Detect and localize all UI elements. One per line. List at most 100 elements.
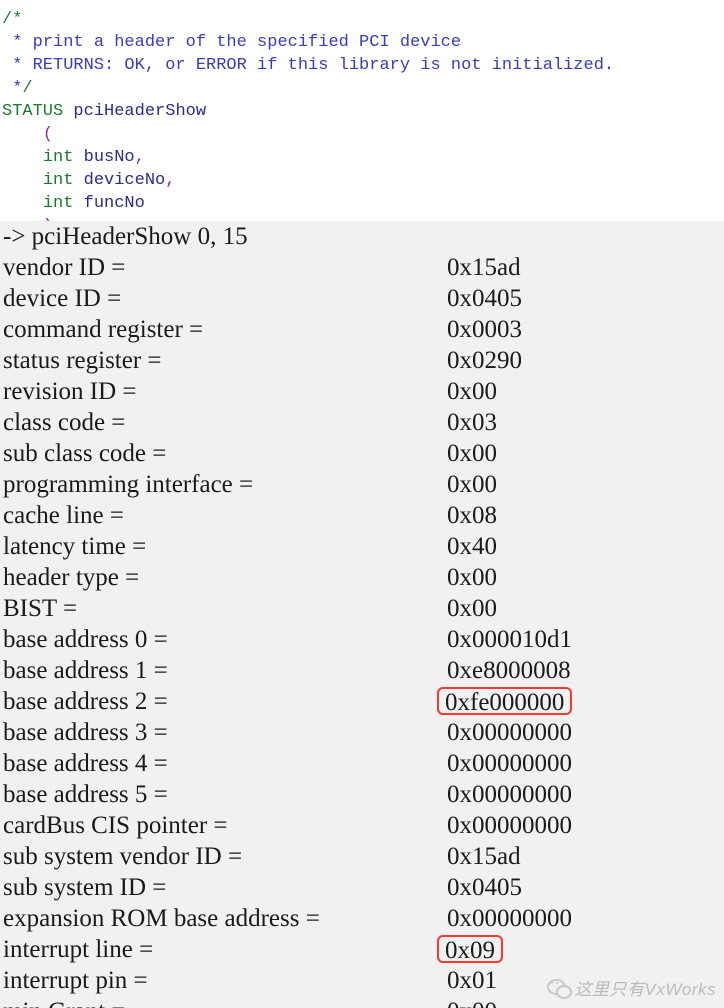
code-token-punc: , (134, 148, 145, 167)
code-token-cmark: /* (2, 10, 23, 29)
pci-field-label: base address 3 = (3, 719, 168, 746)
pci-header-field-list: vendor ID = 0x15ad device ID = 0x0405 comman… (0, 252, 724, 1008)
pci-field-label: class code = (3, 409, 126, 436)
pci-field-value: 0x00 (447, 564, 497, 591)
code-token-type: int (42, 194, 74, 213)
pci-field-row: base address 4 = 0x00000000 (0, 748, 724, 779)
pci-field-row: command register = 0x0003 (0, 314, 724, 345)
pci-field-value: 0x01 (447, 967, 497, 994)
pci-field-label: programming interface = (3, 471, 254, 498)
pci-field-value-highlighted: 0x09 (437, 935, 503, 964)
pci-field-label: interrupt pin = (3, 967, 148, 994)
pci-field-value: 0x00000000 (447, 905, 572, 932)
pci-field-value: 0x00000000 (447, 812, 572, 839)
code-token-type: STATUS (2, 102, 64, 121)
code-token-punc: , (165, 171, 176, 190)
pci-field-value: 0x08 (447, 502, 497, 529)
pci-field-row: class code = 0x03 (0, 407, 724, 438)
pci-field-value: 0x00 (447, 595, 497, 622)
pci-field-row: device ID = 0x0405 (0, 283, 724, 314)
pci-field-label: sub system vendor ID = (3, 843, 243, 870)
pci-field-value: 0x0003 (447, 316, 522, 343)
pci-field-value: 0x00 (447, 440, 497, 467)
pci-field-label: base address 5 = (3, 781, 168, 808)
pci-field-label: header type = (3, 564, 140, 591)
pci-field-label: interrupt line = (3, 936, 154, 963)
pci-field-row: base address 0 = 0x000010d1 (0, 624, 724, 655)
pci-field-row: latency time = 0x40 (0, 531, 724, 562)
code-token-comment: * (2, 79, 23, 98)
pci-field-label: latency time = (3, 533, 147, 560)
pci-field-row: base address 3 = 0x00000000 (0, 717, 724, 748)
pci-field-row: base address 5 = 0x00000000 (0, 779, 724, 810)
terminal-output-block: -> pciHeaderShow 0, 15 vendor ID = 0x15ad… (0, 221, 724, 1008)
pci-field-value: 0x00 (447, 471, 497, 498)
pci-field-value: 0x0405 (447, 285, 522, 312)
code-token-comment: * print a header of the specified PCI de… (2, 33, 462, 52)
pci-field-row: expansion ROM base address = 0x00000000 (0, 903, 724, 934)
pci-field-value: 0x00000000 (447, 781, 572, 808)
pci-field-value: 0x000010d1 (447, 626, 572, 653)
code-token-type: int (42, 148, 74, 167)
pci-field-value: 0x0405 (447, 874, 522, 901)
pci-field-value: 0x00000000 (447, 719, 572, 746)
pci-field-row: cache line = 0x08 (0, 500, 724, 531)
pci-field-label: cache line = (3, 502, 124, 529)
pci-field-value: 0x00 (447, 996, 497, 1008)
code-token-ident: pciHeaderShow (73, 102, 207, 121)
code-line-comment-close: */ (0, 77, 724, 100)
code-line-paren-open: ( (0, 123, 724, 146)
pci-field-row: revision ID = 0x00 (0, 376, 724, 407)
shell-prompt-line: -> pciHeaderShow 0, 15 (3, 223, 248, 250)
code-line-comment-desc: * print a header of the specified PCI de… (0, 31, 724, 54)
pci-field-row: cardBus CIS pointer = 0x00000000 (0, 810, 724, 841)
pci-field-row: base address 2 = 0xfe000000 (0, 686, 724, 717)
pci-field-row: base address 1 = 0xe8000008 (0, 655, 724, 686)
code-token-punc: ( (42, 125, 54, 144)
pci-field-value: 0x00000000 (447, 750, 572, 777)
pci-field-value: 0x00 (447, 378, 497, 405)
pci-field-label: command register = (3, 316, 204, 343)
pci-field-label: sub class code = (3, 440, 167, 467)
pci-field-value: 0x03 (447, 409, 497, 436)
pci-field-value: 0xe8000008 (447, 657, 571, 684)
pci-field-row: sub system ID = 0x0405 (0, 872, 724, 903)
pci-field-label: device ID = (3, 285, 122, 312)
pci-field-value-highlighted: 0xfe000000 (437, 687, 573, 716)
code-token-ident: deviceNo (83, 171, 166, 190)
pci-field-label: vendor ID = (3, 254, 126, 281)
pci-field-label: status register = (3, 347, 162, 374)
pci-field-label: base address 2 = (3, 688, 168, 715)
code-line-comment-open: /* (0, 8, 724, 31)
pci-field-label: sub system ID = (3, 874, 167, 901)
code-line-param-deviceno: int deviceNo, (0, 169, 724, 192)
pci-field-value: 0x40 (447, 533, 497, 560)
code-token-cmark: / (22, 79, 33, 98)
code-token-comment: * RETURNS: OK, or ERROR if this library … (2, 56, 615, 75)
code-line-param-funcno: int funcNo (0, 192, 724, 215)
pci-field-label: base address 4 = (3, 750, 168, 777)
pci-field-label: cardBus CIS pointer = (3, 812, 228, 839)
pci-field-row: status register = 0x0290 (0, 345, 724, 376)
screenshot-root: /* * print a header of the specified PCI… (0, 0, 724, 1008)
code-line-signature: STATUS pciHeaderShow (0, 100, 724, 123)
pci-field-row: interrupt line = 0x09 (0, 934, 724, 965)
code-token-ident: funcNo (83, 194, 145, 213)
pci-field-value: 0x15ad (447, 254, 521, 281)
pci-field-label: min Grant = (3, 996, 125, 1008)
code-token-type: int (42, 171, 74, 190)
pci-field-row: sub class code = 0x00 (0, 438, 724, 469)
pci-field-row: sub system vendor ID = 0x15ad (0, 841, 724, 872)
pci-field-label: expansion ROM base address = (3, 905, 320, 932)
pci-field-value: 0x0290 (447, 347, 522, 374)
pci-field-row: header type = 0x00 (0, 562, 724, 593)
pci-field-label: base address 0 = (3, 626, 168, 653)
